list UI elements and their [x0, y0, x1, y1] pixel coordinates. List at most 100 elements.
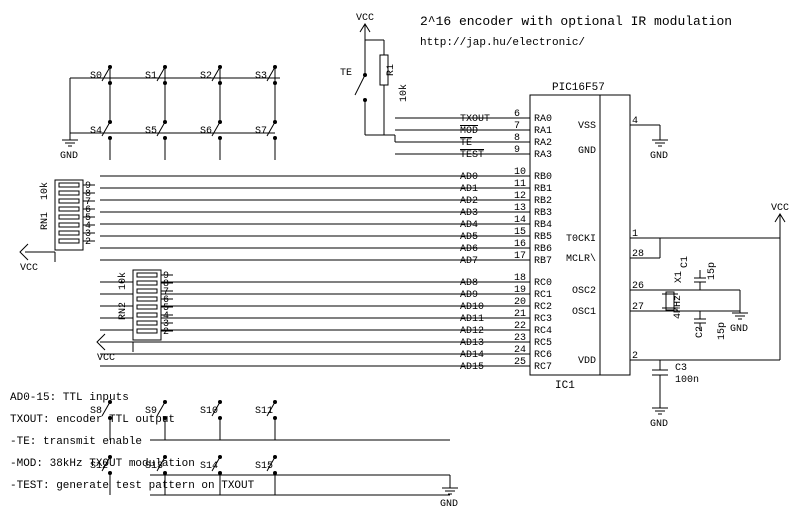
- switch-label: S15: [255, 461, 273, 472]
- ic-signal: TXOUT: [460, 114, 490, 125]
- ic-signal: AD15: [460, 362, 484, 373]
- rnet-pin: 2: [85, 237, 91, 248]
- rnet-ref: RN1: [40, 212, 51, 230]
- ic-port-right: T0CKI: [566, 234, 596, 245]
- ic-pin-num: 23: [514, 333, 526, 344]
- ic-pin-num: 20: [514, 297, 526, 308]
- ic-name: PIC16F57: [552, 82, 605, 94]
- resistor-networks: RN110k98765432RN210k98765432: [39, 180, 173, 352]
- ic-pin-num: 18: [514, 273, 526, 284]
- ic-signal: AD5: [460, 232, 478, 243]
- svg-text:15p: 15p: [707, 262, 718, 280]
- switch-label: S11: [255, 406, 273, 417]
- ic-port: RC5: [534, 338, 552, 349]
- ic-signal: AD12: [460, 326, 484, 337]
- ic-port: RA2: [534, 138, 552, 149]
- gnd-c3: GND: [650, 395, 668, 430]
- switch-label: S10: [200, 406, 218, 417]
- ic-port: RB3: [534, 208, 552, 219]
- ic-pin-num: 8: [514, 133, 520, 144]
- ic-pin-num: 25: [514, 357, 526, 368]
- ic-pin-num: 13: [514, 203, 526, 214]
- svg-text:4MHz: 4MHz: [673, 295, 684, 319]
- ic-port: RB4: [534, 220, 552, 231]
- ic-port: RC1: [534, 290, 552, 301]
- ic-signal: AD7: [460, 256, 478, 267]
- gnd-chip-right: GND: [630, 125, 668, 162]
- ic-signal: AD13: [460, 338, 484, 349]
- ic-signal: AD3: [460, 208, 478, 219]
- ic-port: RB5: [534, 232, 552, 243]
- ic-port: RB6: [534, 244, 552, 255]
- svg-text:C2: C2: [695, 326, 706, 338]
- ic-port-right: MCLR\: [566, 253, 596, 265]
- ic-signal: TEST: [460, 150, 484, 161]
- switch-label: S3: [255, 71, 267, 82]
- vcc-rn2: VCC: [97, 334, 133, 364]
- ic-port: RB7: [534, 256, 552, 267]
- note-line: -TE: transmit enable: [10, 436, 142, 448]
- ic-signal: TE: [460, 138, 472, 149]
- svg-text:GND: GND: [60, 151, 78, 162]
- switch-label: S7: [255, 126, 267, 137]
- svg-text:VCC: VCC: [20, 263, 38, 274]
- ic-port: RA3: [534, 150, 552, 161]
- ic-signal: AD8: [460, 278, 478, 289]
- vcc-net2: VCC: [771, 203, 789, 360]
- ic-port-right: VDD: [578, 356, 596, 367]
- ic-port: RC4: [534, 326, 552, 337]
- ic-pin-num: 21: [514, 309, 526, 320]
- ic-port: RC6: [534, 350, 552, 361]
- svg-text:100n: 100n: [675, 375, 699, 386]
- ic-signal: AD4: [460, 220, 478, 231]
- vcc-rn1: VCC: [20, 244, 55, 274]
- ic-port: RA1: [534, 126, 552, 137]
- ic-pin-num: 19: [514, 285, 526, 296]
- ic-port-right: OSC2: [572, 286, 596, 297]
- svg-text:GND: GND: [650, 419, 668, 430]
- rnet-val: 10k: [117, 272, 129, 290]
- ic-signal: AD6: [460, 244, 478, 255]
- ic-signal: AD11: [460, 314, 484, 325]
- switch-label: S0: [90, 71, 102, 82]
- ic-port: RC3: [534, 314, 552, 325]
- ic-pin-num: 7: [514, 121, 520, 132]
- switch-label: S4: [90, 126, 102, 137]
- svg-text:GND: GND: [440, 499, 458, 509]
- svg-text:C3: C3: [675, 363, 687, 374]
- svg-text:10k: 10k: [398, 84, 410, 102]
- gnd-left: GND: [60, 125, 78, 162]
- vcc-net1: VCC: [356, 13, 374, 40]
- url: http://jap.hu/electronic/: [420, 37, 585, 49]
- ic-pin-num: 24: [514, 345, 526, 356]
- te-switch: TE R1 10k: [340, 40, 410, 135]
- ic-signal: MOD: [460, 126, 478, 137]
- switch-label: S6: [200, 126, 212, 137]
- ic-port-right: VSS: [578, 121, 596, 132]
- switch-label: S1: [145, 71, 157, 82]
- svg-text:C1: C1: [680, 256, 691, 268]
- ic-signal: AD14: [460, 350, 484, 361]
- ic-pin-num: 12: [514, 191, 526, 202]
- svg-text:TE: TE: [340, 68, 352, 79]
- ic-pin-num: 9: [514, 145, 520, 156]
- ic-pin-num: 16: [514, 239, 526, 250]
- ic-pin-num: 22: [514, 321, 526, 332]
- ic-ref: IC1: [555, 380, 575, 392]
- rnet-ref: RN2: [118, 302, 129, 320]
- svg-text:GND: GND: [730, 324, 748, 335]
- ic-port: RB0: [534, 172, 552, 183]
- svg-text:GND: GND: [650, 151, 668, 162]
- ic-pin-num: 10: [514, 167, 526, 178]
- rnet-val: 10k: [39, 182, 51, 200]
- ic-pin-num: 6: [514, 109, 520, 120]
- ic-pin-num: 14: [514, 215, 526, 226]
- svg-text:X1: X1: [674, 271, 685, 283]
- ic-signal: AD2: [460, 196, 478, 207]
- title: 2^16 encoder with optional IR modulation: [420, 14, 732, 29]
- svg-text:VCC: VCC: [97, 353, 115, 364]
- rnet-pin: 2: [163, 327, 169, 338]
- ic-pin-num: 17: [514, 251, 526, 262]
- svg-text:R1: R1: [386, 64, 397, 76]
- switch-label: S5: [145, 126, 157, 137]
